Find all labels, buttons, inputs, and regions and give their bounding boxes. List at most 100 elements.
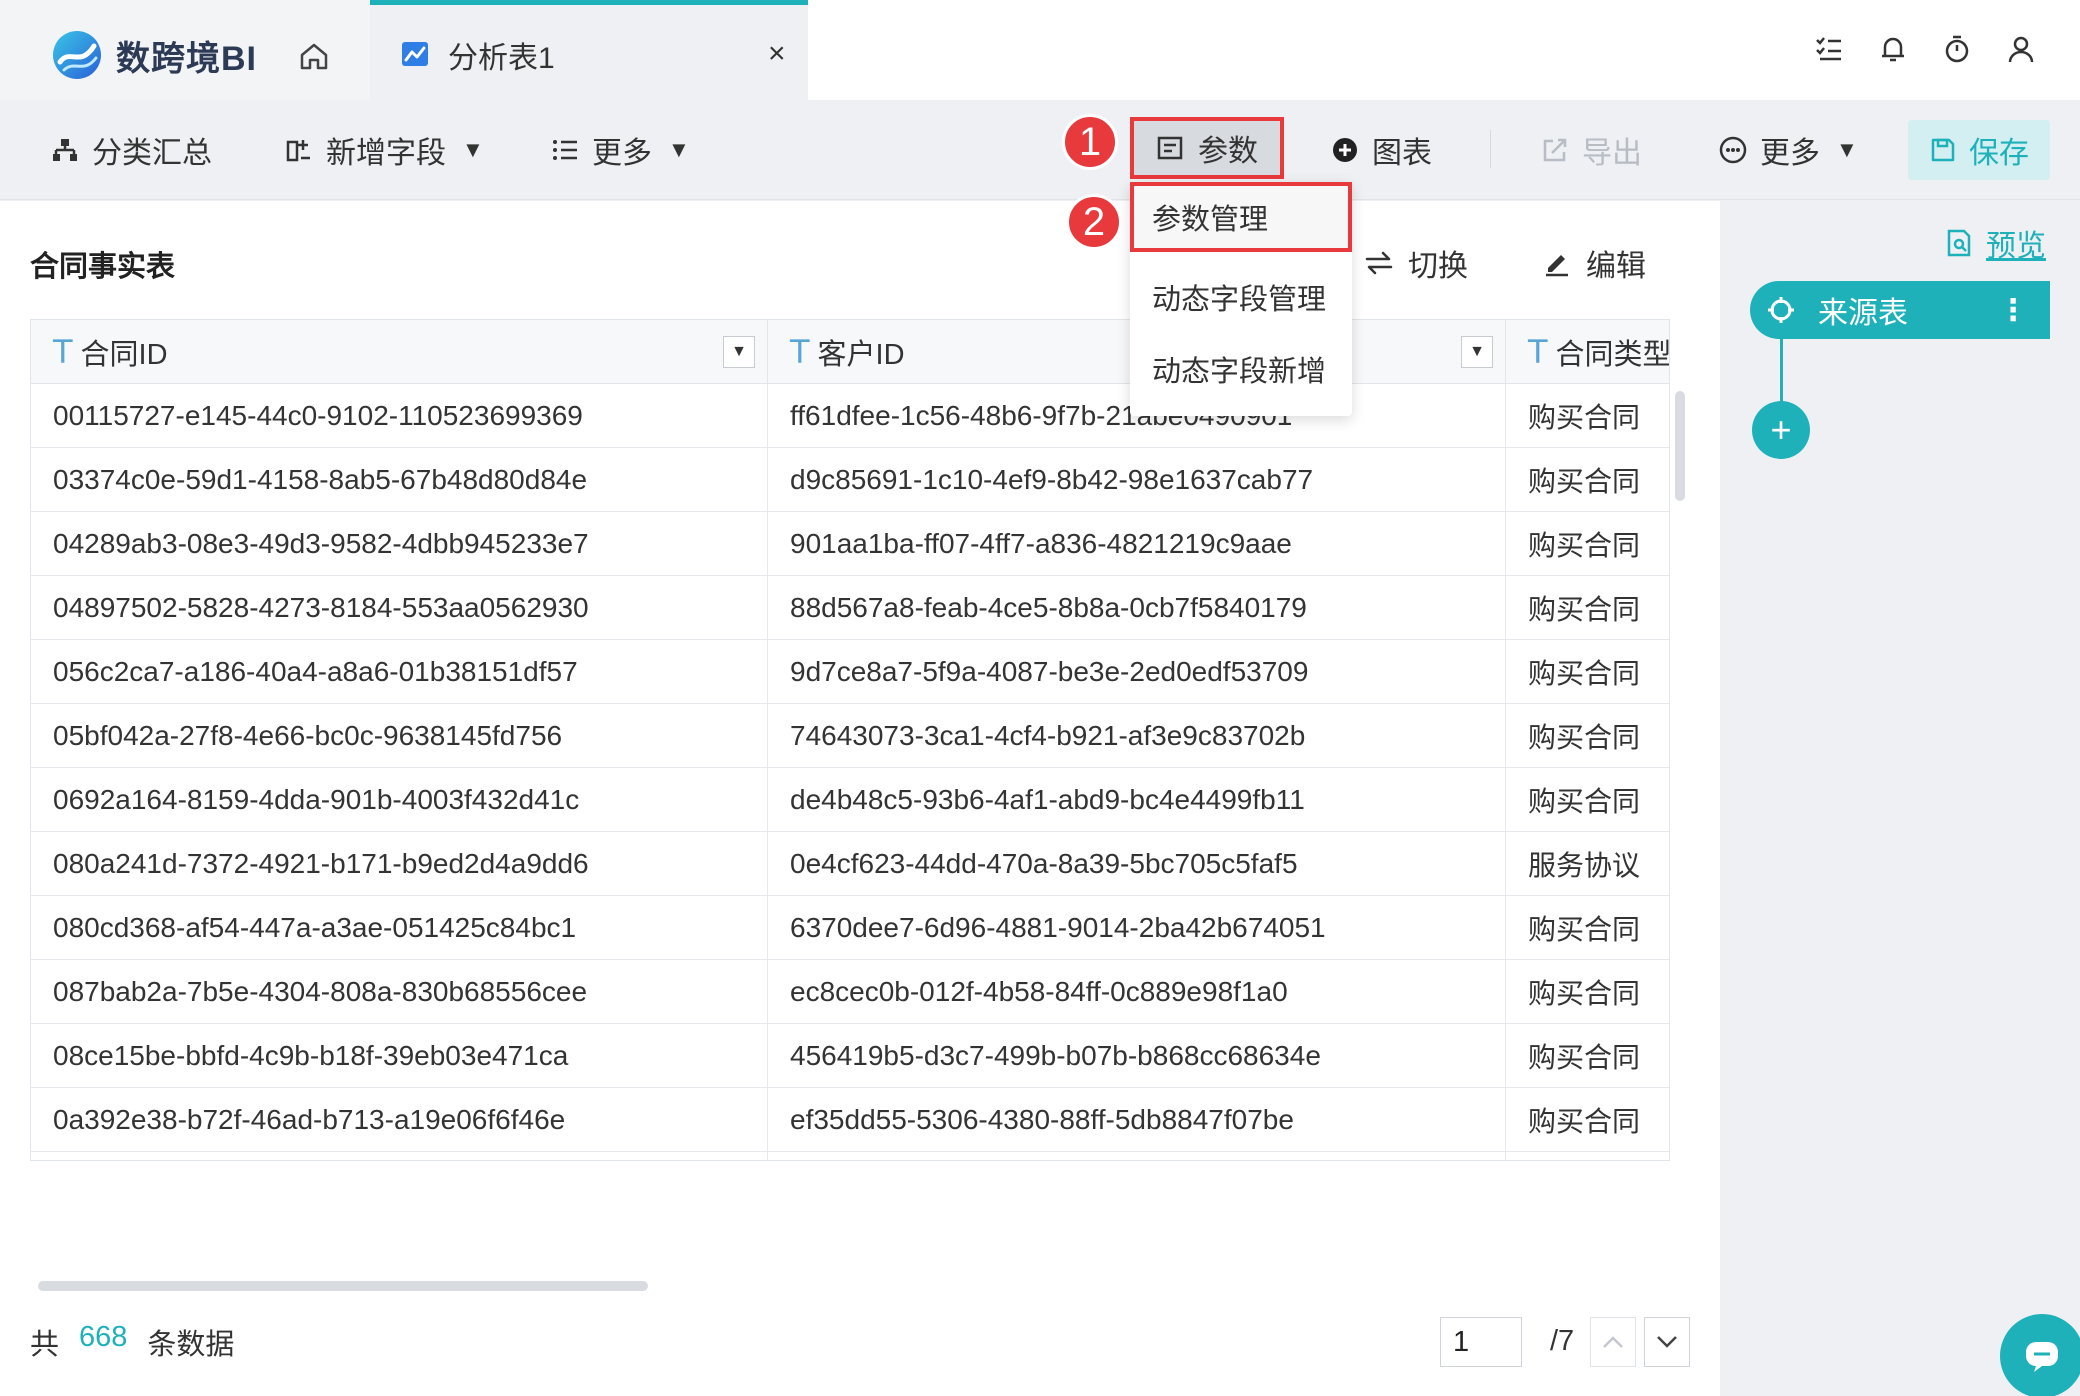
- toolbar: 分类汇总 新增字段 ▼ 更多 ▼ 图表 导出 更多 ▼: [0, 100, 2080, 200]
- table-row[interactable]: 00115727-e145-44c0-9102-110523699369 ff61…: [31, 384, 1669, 448]
- table-cell[interactable]: 056c2ca7-a186-40a4-a8a6-01b38151df57: [31, 640, 768, 704]
- table-cell[interactable]: 服务协议: [1506, 832, 1669, 896]
- page-number-input[interactable]: 1: [1440, 1317, 1522, 1367]
- preview-icon: [1944, 228, 1974, 258]
- page-next-button[interactable]: [1644, 1317, 1690, 1367]
- chat-icon[interactable]: [2000, 1314, 2080, 1396]
- table-cell[interactable]: 0a392e38-b72f-46ad-b713-a19e06f6f46e: [31, 1088, 768, 1152]
- node-connector: [1780, 339, 1783, 403]
- table-row[interactable]: 056c2ca7-a186-40a4-a8a6-01b38151df57 9d7c…: [31, 640, 1669, 704]
- table-cell[interactable]: 购买合同: [1506, 384, 1669, 448]
- table-cell[interactable]: 购买合同: [1506, 1088, 1669, 1152]
- table-cell[interactable]: 购买合同: [1506, 576, 1669, 640]
- table-cell[interactable]: 购买合同: [1506, 896, 1669, 960]
- table-cell[interactable]: 00115727-e145-44c0-9102-110523699369: [31, 384, 768, 448]
- table-row[interactable]: 087bab2a-7b5e-4304-808a-830b68556cee ec8c…: [31, 960, 1669, 1024]
- menu-item-dynamic-field-management[interactable]: 动态字段管理: [1130, 262, 1352, 332]
- menu-item-dynamic-field-add[interactable]: 动态字段新增: [1130, 334, 1352, 404]
- tab-analysis-1[interactable]: 分析表1 ×: [370, 0, 808, 100]
- table-row[interactable]: 0692a164-8159-4dda-901b-4003f432d41c de4b…: [31, 768, 1669, 832]
- table-cell[interactable]: 0692a164-8159-4dda-901b-4003f432d41c: [31, 768, 768, 832]
- ellipsis-circle-icon: [1718, 135, 1748, 165]
- chevron-down-icon: ▼: [462, 137, 484, 162]
- edit-button[interactable]: 编辑: [1542, 241, 1646, 285]
- horizontal-scrollbar[interactable]: [38, 1281, 648, 1291]
- menu-item-param-management[interactable]: 参数管理: [1130, 182, 1352, 252]
- table-cell[interactable]: 0e4cf623-44dd-470a-8a39-5bc705c5faf5: [768, 832, 1506, 896]
- more-button[interactable]: 更多 ▼: [550, 100, 690, 200]
- table-cell[interactable]: 购买合同: [1506, 448, 1669, 512]
- table-row[interactable]: 03374c0e-59d1-4158-8ab5-67b48d80d84e d9c8…: [31, 448, 1669, 512]
- table-cell[interactable]: 购买合同: [1506, 512, 1669, 576]
- table-cell[interactable]: 080a241d-7372-4921-b171-b9ed2d4a9dd6: [31, 832, 768, 896]
- text-type-icon: T: [1528, 333, 1548, 371]
- table-cell[interactable]: d9c85691-1c10-4ef9-8b42-98e1637cab77: [768, 448, 1506, 512]
- table-cell[interactable]: 74643073-3ca1-4cf4-b921-af3e9c83702b: [768, 704, 1506, 768]
- tab-close-icon[interactable]: ×: [768, 37, 786, 71]
- table-row[interactable]: 080a241d-7372-4921-b171-b9ed2d4a9dd6 0e4c…: [31, 832, 1669, 896]
- param-label: 参数: [1198, 135, 1258, 168]
- table-cell[interactable]: 04897502-5828-4273-8184-553aa0562930: [31, 576, 768, 640]
- table-cell[interactable]: 购买合同: [1506, 768, 1669, 832]
- table-cell[interactable]: 080cd368-af54-447a-a3ae-051425c84bc1: [31, 896, 768, 960]
- column-header-contract-id[interactable]: T 合同ID ▼: [31, 320, 768, 384]
- add-field-button[interactable]: 新增字段 ▼: [284, 100, 484, 200]
- timer-icon[interactable]: [1938, 30, 1976, 68]
- table-cell[interactable]: 购买合同: [1506, 704, 1669, 768]
- table-cell[interactable]: 9d7ce8a7-5f9a-4087-be3e-2ed0edf53709: [768, 640, 1506, 704]
- table-cell[interactable]: 03374c0e-59d1-4158-8ab5-67b48d80d84e: [31, 448, 768, 512]
- bell-icon[interactable]: [1874, 30, 1912, 68]
- table-row[interactable]: 080cd368-af54-447a-a3ae-051425c84bc1 6370…: [31, 896, 1669, 960]
- table-cell[interactable]: 6370dee7-6d96-4881-9014-2ba42b674051: [768, 896, 1506, 960]
- switch-button[interactable]: 切换: [1364, 241, 1468, 285]
- more2-button[interactable]: 更多 ▼: [1718, 100, 1858, 200]
- table-cell[interactable]: 购买合同: [1506, 640, 1669, 704]
- switch-icon: [1364, 248, 1394, 278]
- data-table: T 合同ID ▼ T 客户ID ▼ T 合同类型 00115727-e145-4…: [30, 319, 1670, 1161]
- table-cell[interactable]: 901aa1ba-ff07-4ff7-a836-4821219c9aae: [768, 512, 1506, 576]
- main-panel: 合同事实表 切换 编辑 T 合同ID ▼ T 客户ID ▼ T 合同类型 001…: [0, 201, 1720, 1396]
- table-row[interactable]: 0a392e38-b72f-46ad-b713-a19e06f6f46e ef35…: [31, 1088, 1669, 1152]
- table-cell[interactable]: 04289ab3-08e3-49d3-9582-4dbb945233e7: [31, 512, 768, 576]
- table-row[interactable]: 04289ab3-08e3-49d3-9582-4dbb945233e7 901a…: [31, 512, 1669, 576]
- table-row[interactable]: 0a481a95-5f8f-4a2f-acac-711dcd77ed80e210…: [31, 1152, 1669, 1160]
- table-cell[interactable]: 购买合同: [1506, 960, 1669, 1024]
- table-cell[interactable]: 05bf042a-27f8-4e66-bc0c-9638145fd756: [31, 704, 768, 768]
- param-button[interactable]: 参数: [1130, 117, 1284, 179]
- count-suffix: 条数据: [147, 1329, 235, 1361]
- table-cell[interactable]: ef35dd55-5306-4380-88ff-5db8847f07be: [768, 1088, 1506, 1152]
- table-row[interactable]: 08ce15be-bbfd-4c9b-b18f-39eb03e471ca 4564…: [31, 1024, 1669, 1088]
- table-cell[interactable]: 88d567a8-feab-4ce5-8b8a-0cb7f5840179: [768, 576, 1506, 640]
- table-cell[interactable]: e210c77c-f1c3-44d2-ad08-fb1b36a8499f: [768, 1152, 1506, 1160]
- group-summary-button[interactable]: 分类汇总: [50, 100, 212, 200]
- preview-link[interactable]: 预览: [1944, 221, 2046, 265]
- table-row[interactable]: 05bf042a-27f8-4e66-bc0c-9638145fd756 7464…: [31, 704, 1669, 768]
- user-icon[interactable]: [2002, 30, 2040, 68]
- save-button[interactable]: 保存: [1908, 120, 2050, 180]
- table-cell[interactable]: ec8cec0b-012f-4b58-84ff-0c889e98f1a0: [768, 960, 1506, 1024]
- vertical-scrollbar[interactable]: [1675, 391, 1685, 501]
- count-value: 668: [79, 1321, 128, 1353]
- page-prev-button[interactable]: [1590, 1317, 1636, 1367]
- home-icon[interactable]: [296, 38, 332, 74]
- source-table-node[interactable]: 来源表 ⋮: [1750, 281, 2050, 339]
- table-cell[interactable]: 087bab2a-7b5e-4304-808a-830b68556cee: [31, 960, 768, 1024]
- export-button[interactable]: 导出: [1540, 100, 1642, 200]
- add-step-button[interactable]: +: [1752, 401, 1810, 459]
- table-cell[interactable]: 购买合同: [1506, 1024, 1669, 1088]
- node-menu-icon[interactable]: ⋮: [1998, 293, 2028, 328]
- table-row[interactable]: 04897502-5828-4273-8184-553aa0562930 88d5…: [31, 576, 1669, 640]
- text-type-icon: T: [53, 333, 73, 371]
- brand-name: 数跨境BI: [116, 39, 257, 78]
- table-cell[interactable]: 0a481a95-5f8f-4a2f-acac-711dcd77ed80: [31, 1152, 768, 1160]
- table-cell[interactable]: 456419b5-d3c7-499b-b07b-b868cc68634e: [768, 1024, 1506, 1088]
- table-cell[interactable]: 08ce15be-bbfd-4c9b-b18f-39eb03e471ca: [31, 1024, 768, 1088]
- chevron-down-icon: [1657, 1336, 1677, 1348]
- source-table-label: 来源表: [1818, 297, 1908, 330]
- table-cell[interactable]: de4b48c5-93b6-4af1-abd9-bc4e4499fb11: [768, 768, 1506, 832]
- column-header-contract-type[interactable]: T 合同类型: [1506, 320, 1669, 384]
- column-filter-icon[interactable]: ▼: [1461, 336, 1493, 368]
- column-filter-icon[interactable]: ▼: [723, 336, 755, 368]
- checklist-icon[interactable]: [1810, 30, 1848, 68]
- table-cell[interactable]: 长期协议订单: [1506, 1152, 1669, 1160]
